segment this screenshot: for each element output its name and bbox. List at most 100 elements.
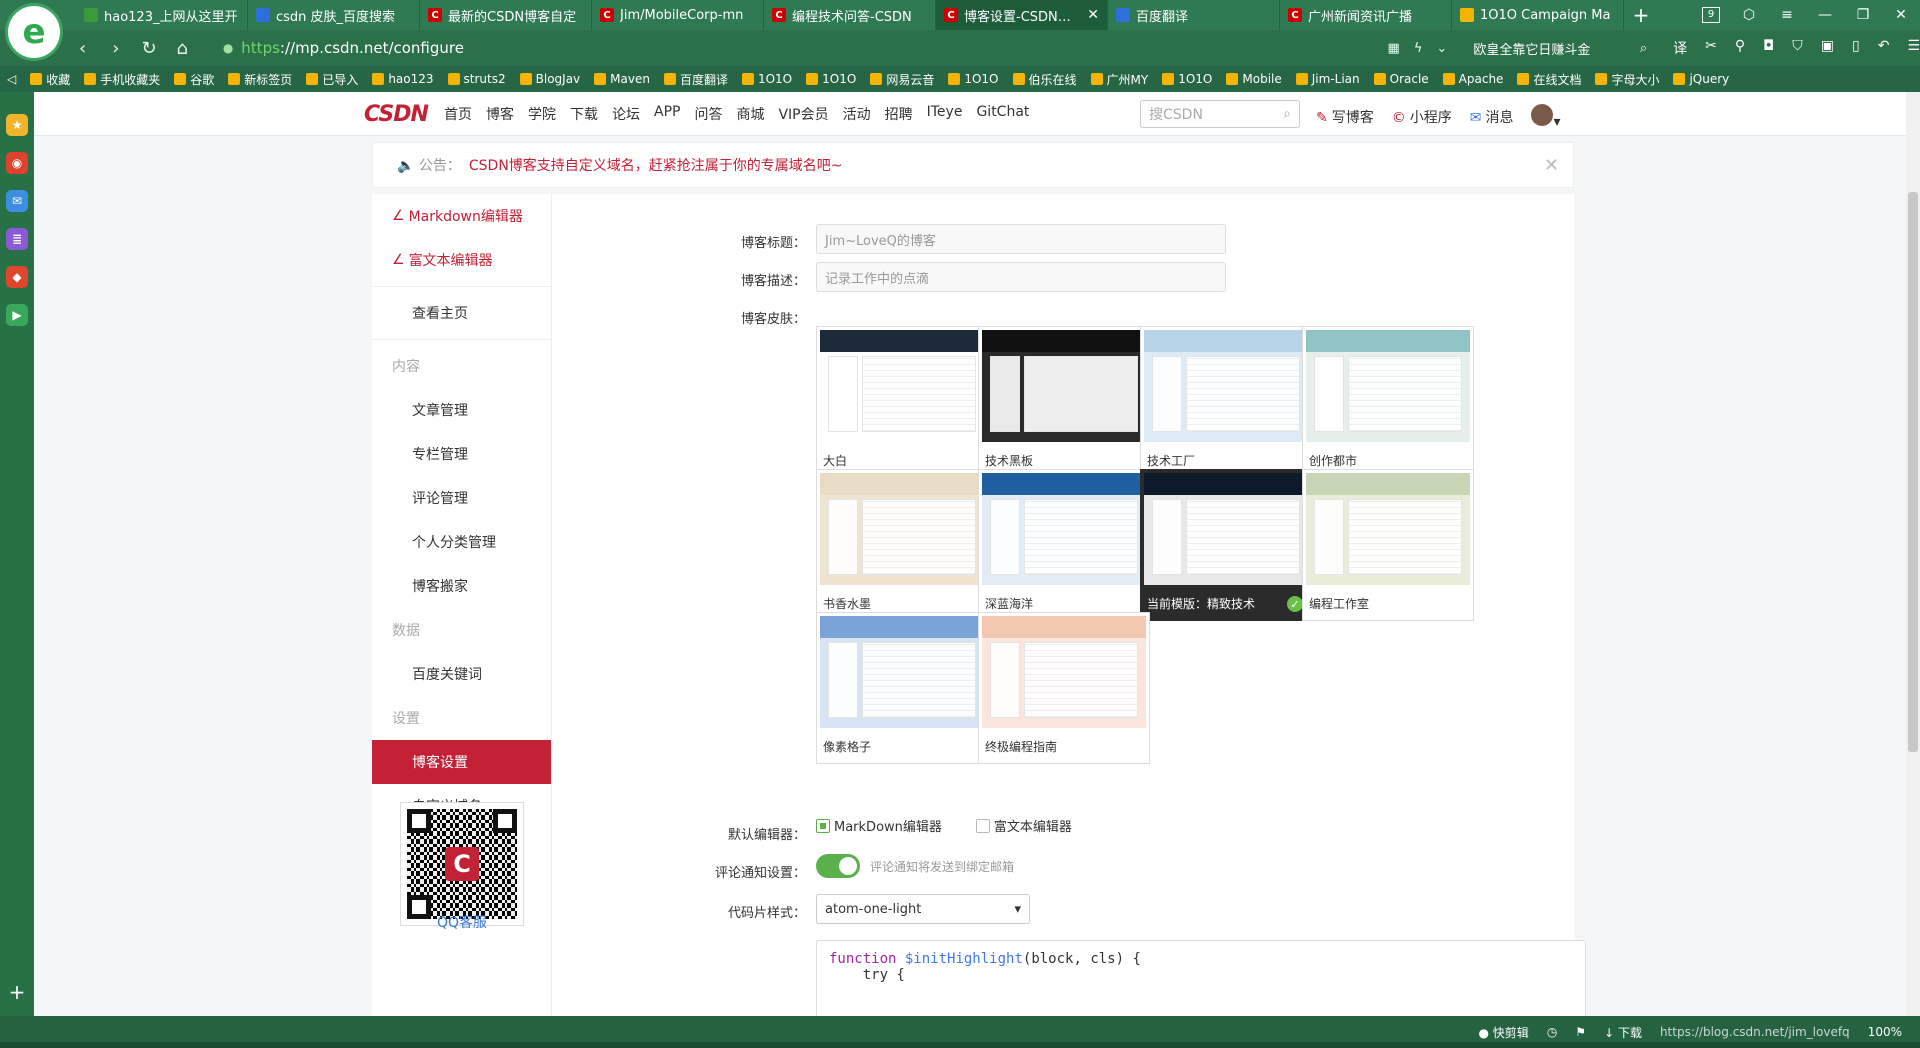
- history-icon[interactable]: ◷: [1547, 1025, 1557, 1039]
- csdn-nav-link[interactable]: VIP会员: [778, 104, 828, 124]
- quick-clip-button[interactable]: ● 快剪辑: [1479, 1024, 1529, 1041]
- bookmark-item[interactable]: 百度翻译: [657, 71, 735, 88]
- skin-option[interactable]: 书香水墨: [816, 469, 988, 621]
- skin-option[interactable]: 大白: [816, 326, 988, 478]
- bookmark-item[interactable]: 伯乐在线: [1006, 71, 1084, 88]
- menu-icon[interactable]: ≡: [1768, 7, 1806, 23]
- forward-button[interactable]: ›: [99, 38, 132, 59]
- video-icon[interactable]: ▶: [6, 304, 28, 326]
- tab-count-badge[interactable]: 9: [1702, 7, 1720, 23]
- bookmark-item[interactable]: Oracle: [1367, 72, 1436, 86]
- blog-desc-input[interactable]: 记录工作中的点滴: [816, 262, 1226, 292]
- richtext-editor-link[interactable]: ∠ 富文本编辑器: [372, 238, 551, 282]
- bookmark-item[interactable]: Mobile: [1219, 72, 1288, 86]
- bookmark-item[interactable]: 1O1O: [735, 72, 799, 86]
- bookmark-item[interactable]: 手机收藏夹: [77, 71, 167, 88]
- csdn-nav-link[interactable]: 招聘: [885, 104, 913, 124]
- undo-icon[interactable]: ↶: [1878, 38, 1890, 58]
- bookmark-item[interactable]: 谷歌: [167, 71, 221, 88]
- skin-option[interactable]: 终极编程指南: [978, 612, 1150, 764]
- announcement-text[interactable]: CSDN博客支持自定义域名，赶紧抢注属于你的专属域名吧~: [469, 155, 843, 175]
- bookmark-item[interactable]: 新标签页: [221, 71, 299, 88]
- csdn-nav-link[interactable]: 问答: [694, 104, 722, 124]
- gamepad-icon[interactable]: ◘: [1763, 38, 1774, 58]
- reload-button[interactable]: ↻: [132, 38, 165, 59]
- csdn-nav-link[interactable]: 学院: [528, 104, 556, 124]
- browser-tab[interactable]: hao123_上网从这里开: [76, 0, 248, 30]
- menu-item-keywords[interactable]: 百度关键词: [372, 652, 551, 696]
- url-field[interactable]: ● https://mp.csdn.net/configure: [223, 35, 1278, 61]
- bookmark-item[interactable]: 字母大小: [1588, 71, 1666, 88]
- editor-option-richtext[interactable]: 富文本编辑器: [975, 816, 1072, 835]
- skin-option[interactable]: 当前模版：精致技术 ✓: [1140, 469, 1312, 621]
- csdn-nav-link[interactable]: 首页: [444, 104, 472, 124]
- skin-option[interactable]: 技术工厂: [1140, 326, 1312, 478]
- scissors-icon[interactable]: ✂: [1705, 38, 1717, 58]
- browser-tab[interactable]: 1O1O Campaign Ma: [1452, 0, 1624, 30]
- bookmark-item[interactable]: 广州MY: [1084, 71, 1156, 88]
- flash-icon[interactable]: ϟ: [1414, 41, 1423, 56]
- csdn-nav-link[interactable]: 论坛: [612, 104, 640, 124]
- new-tab-button[interactable]: +: [1624, 0, 1658, 30]
- blog-title-input[interactable]: Jim~LoveQ的博客: [816, 224, 1226, 254]
- csdn-nav-link[interactable]: 活动: [843, 104, 871, 124]
- csdn-nav-link[interactable]: ITeye: [927, 104, 963, 124]
- menu-item-columns[interactable]: 专栏管理: [372, 432, 551, 476]
- bookmark-item[interactable]: 1O1O: [1155, 72, 1219, 86]
- browser-tab[interactable]: 百度翻译: [1108, 0, 1280, 30]
- checkbox-checked[interactable]: [816, 818, 830, 833]
- skin-option[interactable]: 创作都市: [1302, 326, 1474, 478]
- skin-option[interactable]: 深蓝海洋: [978, 469, 1150, 621]
- minimize-button[interactable]: —: [1806, 7, 1844, 23]
- home-button[interactable]: ⌂: [166, 38, 199, 59]
- csdn-nav-link[interactable]: 博客: [486, 104, 514, 124]
- star-icon[interactable]: ★: [6, 114, 28, 136]
- shirt-icon[interactable]: ⬡: [1730, 7, 1768, 23]
- bookmark-item[interactable]: 1O1O: [941, 72, 1005, 86]
- bookmark-item[interactable]: Jim-Lian: [1289, 72, 1367, 86]
- qq-support-link[interactable]: QQ客服: [400, 912, 524, 932]
- menu-item-comments[interactable]: 评论管理: [372, 476, 551, 520]
- more-icon[interactable]: ☰: [1907, 38, 1920, 58]
- game-icon[interactable]: ◆: [6, 266, 28, 288]
- skin-option[interactable]: 编程工作室: [1302, 469, 1474, 621]
- zoom-level[interactable]: 100%: [1868, 1025, 1902, 1039]
- browser-tab[interactable]: C 最新的CSDN博客自定: [420, 0, 592, 30]
- apps-icon[interactable]: ▣: [1821, 38, 1834, 58]
- csdn-nav-link[interactable]: 商城: [736, 104, 764, 124]
- code-style-select[interactable]: atom-one-light ▾: [816, 894, 1030, 924]
- menu-item-articles[interactable]: 文章管理: [372, 388, 551, 432]
- bookmark-item[interactable]: 1O1O: [799, 72, 863, 86]
- pin-icon[interactable]: ⚑: [1575, 1025, 1586, 1039]
- browser-logo[interactable]: e: [8, 6, 60, 58]
- csdn-search-input[interactable]: 搜CSDN ⌕: [1140, 100, 1300, 128]
- write-blog-link[interactable]: ✎ 写博客: [1316, 107, 1374, 127]
- browser-tab[interactable]: C 广州新闻资讯广播: [1280, 0, 1452, 30]
- close-window-button[interactable]: ✕: [1882, 7, 1920, 23]
- bookmark-item[interactable]: hao123: [365, 72, 440, 86]
- csdn-nav-link[interactable]: APP: [654, 104, 680, 124]
- bookmarks-collapse-icon[interactable]: ◁: [0, 72, 23, 86]
- markdown-editor-link[interactable]: ∠ Markdown编辑器: [372, 194, 551, 238]
- browser-tab[interactable]: csdn 皮肤_百度搜索: [248, 0, 420, 30]
- skin-option[interactable]: 像素格子: [816, 612, 988, 764]
- browser-tab[interactable]: C Jim/MobileCorp-mn: [592, 0, 764, 30]
- chevron-down-icon[interactable]: ⌄: [1436, 41, 1447, 56]
- checkbox-unchecked[interactable]: [975, 818, 990, 833]
- mail-icon[interactable]: ✉: [6, 190, 28, 212]
- messages-link[interactable]: ✉ 消息: [1470, 107, 1514, 127]
- search-icon[interactable]: ⌕: [1283, 106, 1291, 122]
- bookmark-item[interactable]: 收藏: [23, 71, 77, 88]
- note-icon[interactable]: ≣: [6, 228, 28, 250]
- bookmark-item[interactable]: Maven: [587, 72, 657, 86]
- browser-tab[interactable]: C 编程技术问答-CSDN: [764, 0, 936, 30]
- bookmark-item[interactable]: 已导入: [299, 71, 365, 88]
- bookmark-item[interactable]: 在线文档: [1510, 71, 1588, 88]
- magnifier-icon[interactable]: ⚲: [1735, 38, 1745, 58]
- mini-program-link[interactable]: © 小程序: [1392, 107, 1452, 127]
- csdn-nav-link[interactable]: 下载: [570, 104, 598, 124]
- menu-item-move[interactable]: 博客搬家: [372, 564, 551, 608]
- csdn-nav-link[interactable]: GitChat: [976, 104, 1029, 124]
- editor-option-markdown[interactable]: MarkDown编辑器: [816, 816, 942, 835]
- add-sidebar-icon[interactable]: +: [9, 980, 26, 1004]
